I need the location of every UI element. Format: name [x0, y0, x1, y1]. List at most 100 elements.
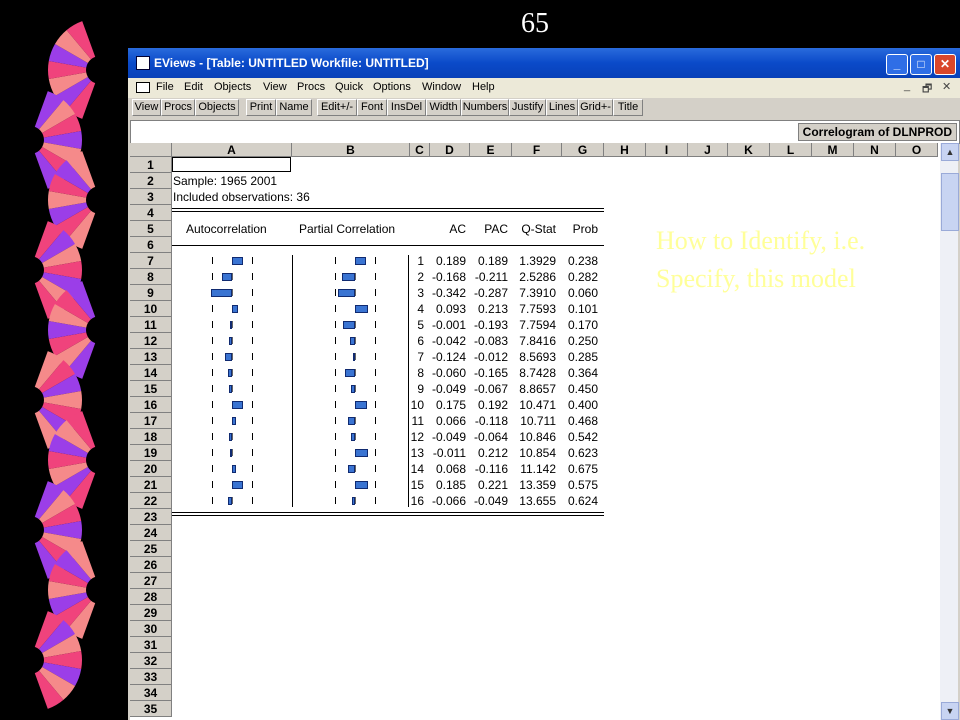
selected-cell-a1[interactable]	[172, 157, 291, 172]
menu-file[interactable]: File	[156, 81, 174, 93]
row-header-1[interactable]: 1	[130, 157, 172, 173]
toolbar-title-button[interactable]: Title	[613, 99, 643, 116]
column-header-h[interactable]: H	[604, 143, 646, 157]
row-header-16[interactable]: 16	[130, 397, 172, 413]
row-header-19[interactable]: 19	[130, 445, 172, 461]
row-header-35[interactable]: 35	[130, 701, 172, 717]
scroll-up-icon[interactable]: ▲	[941, 143, 959, 161]
menu-quick[interactable]: Quick	[335, 81, 363, 93]
row-header-34[interactable]: 34	[130, 685, 172, 701]
row-header-6[interactable]: 6	[130, 237, 172, 253]
row-header-17[interactable]: 17	[130, 413, 172, 429]
row-header-5[interactable]: 5	[130, 221, 172, 237]
ac-bar	[232, 417, 236, 425]
row-header-29[interactable]: 29	[130, 605, 172, 621]
menu-view[interactable]: View	[263, 81, 287, 93]
toolbar-insdel-button[interactable]: InsDel	[387, 99, 426, 116]
toolbar-view-button[interactable]: View	[132, 99, 161, 116]
row-header-20[interactable]: 20	[130, 461, 172, 477]
toolbar-edit-button[interactable]: Edit+/-	[317, 99, 357, 116]
row-header-4[interactable]: 4	[130, 205, 172, 221]
toolbar-width-button[interactable]: Width	[426, 99, 461, 116]
document-icon[interactable]	[136, 82, 150, 93]
row-header-11[interactable]: 11	[130, 317, 172, 333]
toolbar-objects-button[interactable]: Objects	[195, 99, 239, 116]
menu-procs[interactable]: Procs	[297, 81, 325, 93]
row-header-12[interactable]: 12	[130, 333, 172, 349]
toolbar-numbers-button[interactable]: Numbers	[461, 99, 509, 116]
scroll-down-icon[interactable]: ▼	[941, 702, 959, 720]
prob-value: 0.542	[567, 430, 598, 444]
column-header-n[interactable]: N	[854, 143, 896, 157]
row-header-8[interactable]: 8	[130, 269, 172, 285]
column-header-k[interactable]: K	[728, 143, 770, 157]
prob-value: 0.101	[567, 302, 598, 316]
close-button[interactable]: ✕	[934, 54, 956, 75]
row-header-28[interactable]: 28	[130, 589, 172, 605]
row-header-26[interactable]: 26	[130, 557, 172, 573]
row-header-14[interactable]: 14	[130, 365, 172, 381]
column-header-f[interactable]: F	[512, 143, 562, 157]
menu-edit[interactable]: Edit	[184, 81, 203, 93]
column-header-o[interactable]: O	[896, 143, 938, 157]
ac-zero-axis	[232, 385, 233, 392]
column-header-d[interactable]: D	[430, 143, 470, 157]
pac-bound-right	[375, 321, 376, 328]
menu-objects[interactable]: Objects	[214, 81, 251, 93]
row-header-13[interactable]: 13	[130, 349, 172, 365]
doc-restore-icon[interactable]: 🗗	[922, 80, 932, 99]
menu-help[interactable]: Help	[472, 81, 495, 93]
scroll-thumb[interactable]	[941, 173, 959, 231]
ac-bound-right	[252, 257, 253, 264]
column-header-c[interactable]: C	[410, 143, 430, 157]
toolbar-name-button[interactable]: Name	[276, 99, 312, 116]
column-header-l[interactable]: L	[770, 143, 812, 157]
grid-corner[interactable]	[130, 143, 172, 157]
row-header-10[interactable]: 10	[130, 301, 172, 317]
prob-value: 0.450	[567, 382, 598, 396]
pac-bound-left	[335, 337, 336, 344]
minimize-button[interactable]: _	[886, 54, 908, 75]
row-header-23[interactable]: 23	[130, 509, 172, 525]
vertical-scrollbar[interactable]: ▲ ▼	[940, 143, 959, 720]
row-header-32[interactable]: 32	[130, 653, 172, 669]
column-header-b[interactable]: B	[292, 143, 410, 157]
column-header-g[interactable]: G	[562, 143, 604, 157]
menu-window[interactable]: Window	[422, 81, 461, 93]
row-header-31[interactable]: 31	[130, 637, 172, 653]
row-header-2[interactable]: 2	[130, 173, 172, 189]
maximize-button[interactable]: □	[910, 54, 932, 75]
toolbar-grid-button[interactable]: Grid+-	[578, 99, 613, 116]
toolbar-font-button[interactable]: Font	[357, 99, 387, 116]
row-header-24[interactable]: 24	[130, 525, 172, 541]
toolbar-justify-button[interactable]: Justify	[509, 99, 546, 116]
row-header-33[interactable]: 33	[130, 669, 172, 685]
row-header-27[interactable]: 27	[130, 573, 172, 589]
row-header-9[interactable]: 9	[130, 285, 172, 301]
pac-bound-right	[375, 385, 376, 392]
toolbar-lines-button[interactable]: Lines	[546, 99, 578, 116]
column-header-a[interactable]: A	[172, 143, 292, 157]
column-header-i[interactable]: I	[646, 143, 688, 157]
row-header-15[interactable]: 15	[130, 381, 172, 397]
cell-edit-field[interactable]: Correlogram of DLNPROD	[130, 120, 960, 144]
toolbar-procs-button[interactable]: Procs	[161, 99, 195, 116]
ac-bound-right	[252, 497, 253, 504]
pac-bound-left	[335, 481, 336, 488]
row-header-7[interactable]: 7	[130, 253, 172, 269]
row-header-21[interactable]: 21	[130, 477, 172, 493]
column-header-j[interactable]: J	[688, 143, 728, 157]
doc-close-icon[interactable]: ✕	[942, 80, 951, 93]
menu-options[interactable]: Options	[373, 81, 411, 93]
row-header-3[interactable]: 3	[130, 189, 172, 205]
column-header-e[interactable]: E	[470, 143, 512, 157]
row-header-22[interactable]: 22	[130, 493, 172, 509]
title-bar[interactable]: EViews - [Table: UNTITLED Workfile: UNTI…	[128, 48, 960, 78]
column-header-m[interactable]: M	[812, 143, 854, 157]
row-header-18[interactable]: 18	[130, 429, 172, 445]
row-header-30[interactable]: 30	[130, 621, 172, 637]
overlay-line-1: How to Identify, i.e.	[656, 226, 866, 255]
row-header-25[interactable]: 25	[130, 541, 172, 557]
toolbar-print-button[interactable]: Print	[246, 99, 276, 116]
doc-minimize-icon[interactable]: _	[904, 80, 910, 92]
